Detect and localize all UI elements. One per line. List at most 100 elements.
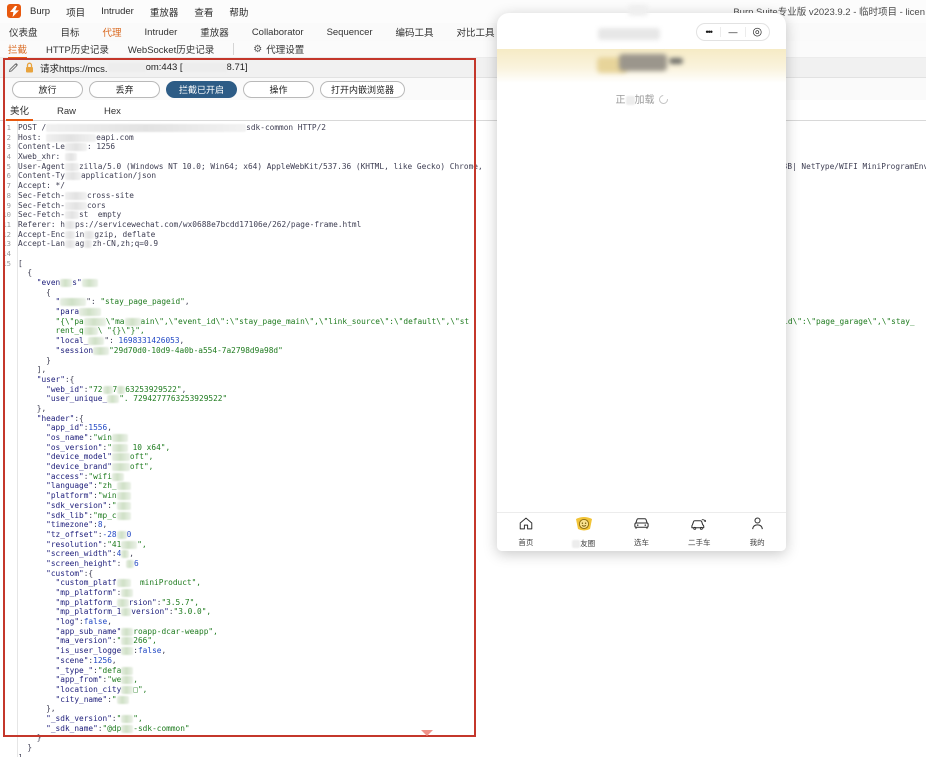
code-line: "ma_version":"266", <box>0 636 926 646</box>
redaction <box>79 308 101 316</box>
redaction <box>125 318 141 326</box>
request-editor[interactable]: 1POST /sdk-common HTTP/22Host: eapi.com3… <box>0 121 926 757</box>
intercept-buttons: 放行丢弃拦截已开启操作打开内嵌浏览器 <box>0 78 926 100</box>
redaction <box>93 347 109 355</box>
menu-items: Burp 项目 Intruder 重放器 查看 帮助 <box>30 0 248 23</box>
subtab-HTTP历史记录[interactable]: HTTP历史记录 <box>46 42 109 56</box>
tab-编码工具[interactable]: 编码工具 <box>395 23 435 41</box>
subtab-代理设置[interactable]: ⚙代理设置 <box>253 42 304 56</box>
code-text: "scene" <box>18 656 88 665</box>
redaction <box>628 5 648 16</box>
code-text: Sec-Fetch- <box>18 191 65 200</box>
scroll-down-indicator[interactable] <box>421 730 433 736</box>
redaction <box>60 279 72 287</box>
redaction <box>65 202 87 210</box>
code-text: version" <box>131 607 169 616</box>
editor-tabs: 美化 Raw Hex <box>0 100 926 121</box>
tab-Sequencer[interactable]: Sequencer <box>326 25 374 40</box>
wx-tab-选车[interactable]: 选车 <box>613 516 671 548</box>
burp-logo-icon <box>7 4 21 18</box>
code-text: ] <box>18 753 23 757</box>
menu-item-3[interactable]: 重放器 <box>150 5 179 19</box>
code-text: "mp_platform_ <box>18 598 117 607</box>
code-text: " <box>18 297 60 306</box>
code-line: "language":"zh_ <box>0 481 926 491</box>
wx-tabbar: 首页友圈选车二手车我的 <box>497 512 786 551</box>
code-text: ag <box>75 239 84 248</box>
code-line: 10Sec-Fetch-st empty <box>0 210 926 220</box>
wx-tab-首页[interactable]: 首页 <box>497 516 555 548</box>
code-text: ain\",\"event_id\":\"stay_page_main\",\"… <box>141 317 470 326</box>
editor-tab-Raw[interactable]: Raw <box>55 103 78 120</box>
code-line: 8Sec-Fetch-cross-site <box>0 191 926 201</box>
code-line: "scene":1256, <box>0 656 926 666</box>
subtab-label: 代理设置 <box>266 42 304 56</box>
wechat-miniprogram-window[interactable]: ••• — ◎ 正加载 首页友圈选车二手车我的 <box>497 13 786 551</box>
code-line: "is_user_logge:false, <box>0 646 926 656</box>
code-text: \ "{}\"}", <box>98 326 145 335</box>
tab-Collaborator[interactable]: Collaborator <box>251 25 305 40</box>
code-text: 10 x64", <box>128 443 170 452</box>
button-丢弃[interactable]: 丢弃 <box>89 81 160 98</box>
redaction <box>112 453 130 461</box>
close-icon[interactable]: ◎ <box>746 24 769 40</box>
editor-tab-Hex[interactable]: Hex <box>102 103 123 120</box>
redaction <box>572 540 580 548</box>
tab-Intruder[interactable]: Intruder <box>144 25 179 40</box>
menu-item-4[interactable]: 查看 <box>194 5 213 19</box>
divider <box>233 43 234 55</box>
lock-icon <box>25 62 34 73</box>
redaction <box>121 725 133 733</box>
button-拦截已开启[interactable]: 拦截已开启 <box>166 81 237 98</box>
code-line: "{\"pa\"maain\",\"event_id\":\"stay_page… <box>0 317 926 327</box>
code-text: "user_unique_ <box>18 394 107 403</box>
button-操作[interactable]: 操作 <box>243 81 314 98</box>
code-text: "session <box>18 346 93 355</box>
line-number: 3 <box>0 142 11 152</box>
wx-tab-二手车[interactable]: 二手车 <box>670 516 728 548</box>
code-line: "_sdk_version":"", <box>0 714 926 724</box>
code-line: 5User-Agentzilla/5.0 (Windows NT 10.0; W… <box>0 162 926 172</box>
menu-item-0[interactable]: Burp <box>30 6 50 17</box>
line-number: 1 <box>0 123 11 133</box>
redaction <box>107 395 119 403</box>
subtab-WebSocket历史记录[interactable]: WebSocket历史记录 <box>128 42 214 56</box>
tab-代理[interactable]: 代理 <box>102 23 123 41</box>
subtab-拦截[interactable]: 拦截 <box>8 42 27 56</box>
code-text: "stay_page_pageid" <box>100 297 185 306</box>
redaction <box>117 531 127 539</box>
code-line: 11Referer: hps://servicewechat.com/wx068… <box>0 220 926 230</box>
code-text: :{ <box>84 569 93 578</box>
menu-item-5[interactable]: 帮助 <box>229 5 248 19</box>
more-icon[interactable]: ••• <box>697 24 720 40</box>
code-text: "language" <box>18 481 93 490</box>
code-text: }, <box>18 704 56 713</box>
redaction <box>121 589 133 597</box>
wx-tab-我的[interactable]: 我的 <box>728 516 786 548</box>
menu-item-1[interactable]: 项目 <box>66 5 85 19</box>
code-text: Sec-Fetch- <box>18 210 65 219</box>
code-line: "platform":"win <box>0 491 926 501</box>
code-line: 7Accept: */ <box>0 181 926 191</box>
button-放行[interactable]: 放行 <box>12 81 83 98</box>
tab-目标[interactable]: 目标 <box>60 23 81 41</box>
code-text: miniProduct", <box>131 578 201 587</box>
wx-tab-友圈[interactable]: 友圈 <box>555 516 613 549</box>
button-打开内嵌浏览器[interactable]: 打开内嵌浏览器 <box>320 81 405 98</box>
screen: Burp项目Intruder重放器查看帮助 Burp Suite专业版 v202… <box>0 0 926 757</box>
menu-item-2[interactable]: Intruder <box>101 6 134 17</box>
tab-仪表盘[interactable]: 仪表盘 <box>8 23 39 41</box>
minimize-icon[interactable]: — <box>721 24 744 40</box>
code-text: "para <box>18 307 79 316</box>
code-line: "resolution":"41", <box>0 540 926 550</box>
editor-tab-美化[interactable]: 美化 <box>8 100 31 120</box>
code-text: , <box>182 385 187 394</box>
code-line: 4Xweb_xhr: <box>0 152 926 162</box>
tab-对比工具[interactable]: 对比工具 <box>456 23 496 41</box>
loading-indicator: 正加载 <box>497 91 786 106</box>
code-text: ": <box>104 336 118 345</box>
code-text: □", <box>133 685 147 694</box>
code-text: , <box>112 656 117 665</box>
tab-重放器[interactable]: 重放器 <box>199 23 230 41</box>
code-text: { <box>18 268 32 277</box>
